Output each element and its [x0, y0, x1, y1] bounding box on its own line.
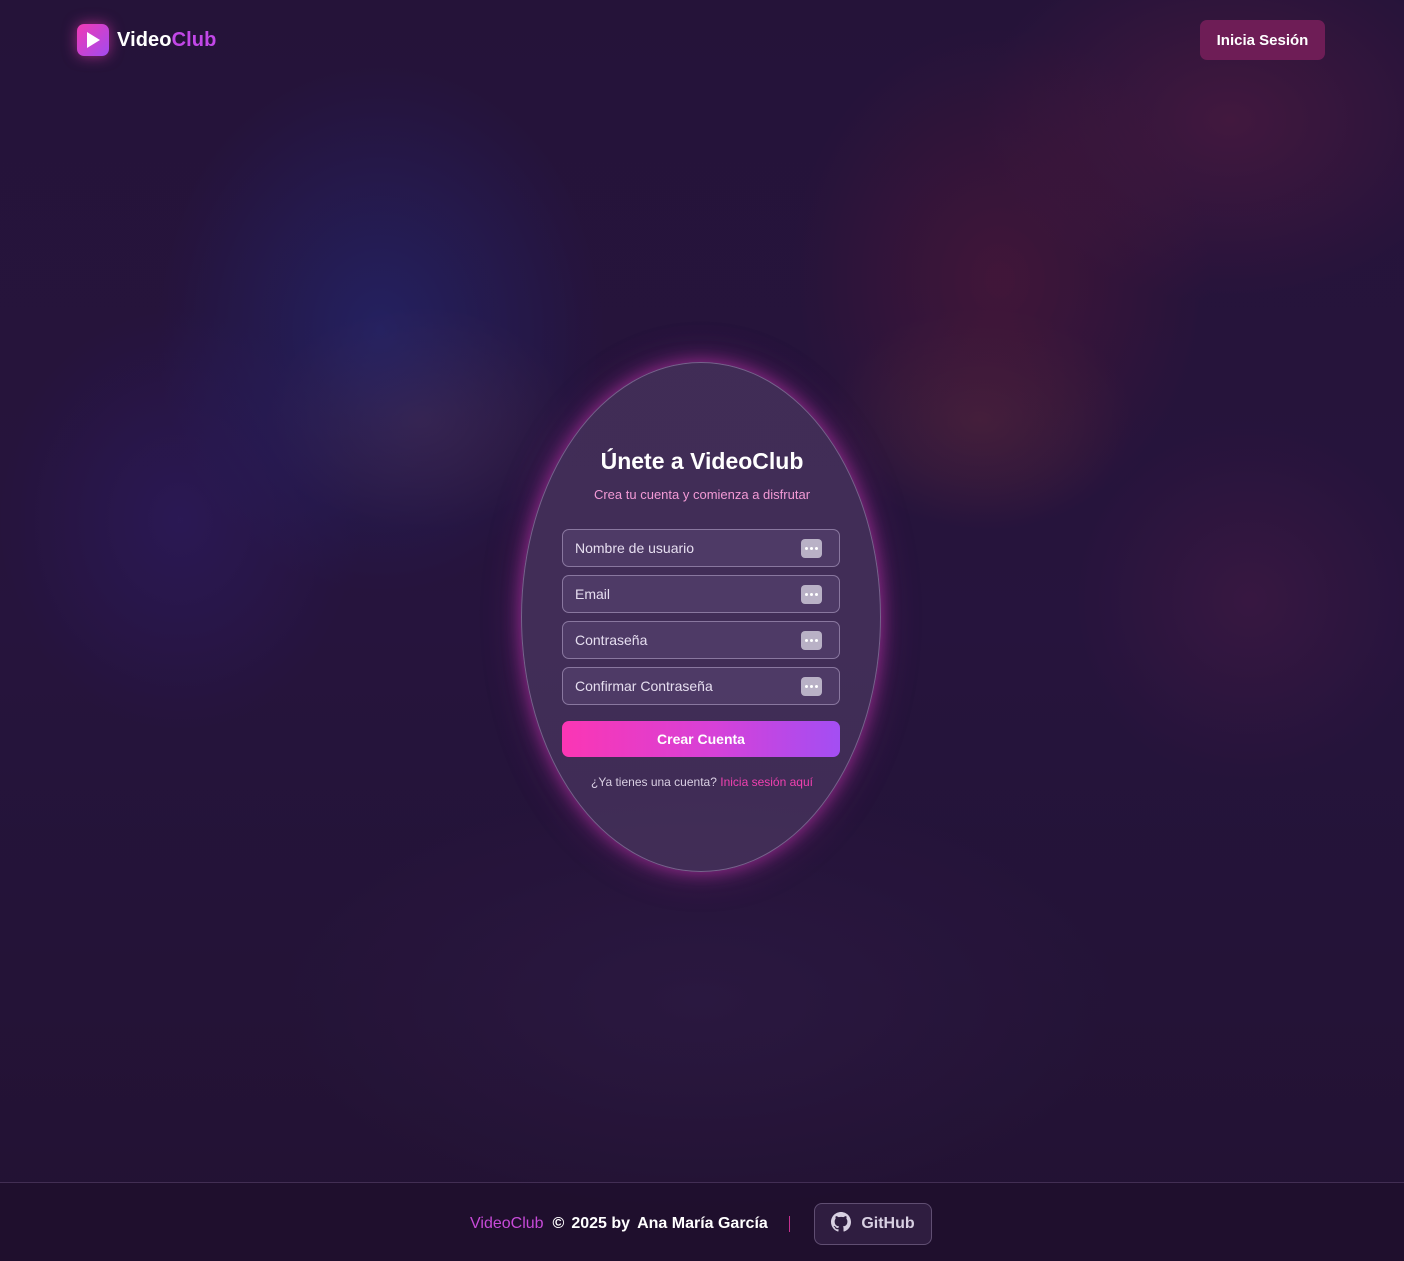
dots-icon[interactable]: [801, 585, 822, 604]
have-account-text: ¿Ya tienes una cuenta?: [591, 775, 717, 789]
login-button[interactable]: Inicia Sesión: [1200, 20, 1325, 60]
create-account-button[interactable]: Crear Cuenta: [562, 721, 840, 757]
footer-divider: [789, 1216, 790, 1232]
password-field[interactable]: [562, 621, 840, 659]
footer-year: 2025 by: [571, 1215, 631, 1232]
page-subtitle: Crea tu cuenta y comienza a disfrutar: [593, 487, 811, 502]
register-card: [521, 362, 881, 872]
confirm-password-field[interactable]: [562, 667, 840, 705]
dots-icon[interactable]: [801, 677, 822, 696]
github-icon: [831, 1211, 852, 1237]
dots-icon[interactable]: [801, 539, 822, 558]
logo[interactable]: VideoClub: [77, 24, 216, 56]
page-title: Únete a VideoClub: [600, 448, 804, 474]
github-button[interactable]: GitHub: [814, 1203, 932, 1245]
github-label: GitHub: [861, 1215, 915, 1232]
logo-text-video: Video: [117, 28, 172, 51]
footer-credits: VideoClub © 2025 by Ana María García: [470, 1215, 768, 1233]
logo-text: VideoClub: [117, 29, 216, 52]
username-input[interactable]: [563, 530, 839, 566]
footer-brand: VideoClub: [470, 1215, 544, 1232]
top-header: VideoClub Inicia Sesión: [0, 0, 1404, 82]
email-input[interactable]: [563, 576, 839, 612]
login-link[interactable]: Inicia sesión aquí: [720, 775, 813, 789]
copyright-symbol: ©: [552, 1215, 565, 1232]
logo-text-club: Club: [171, 28, 217, 51]
confirm-password-input[interactable]: [563, 668, 839, 704]
dots-icon[interactable]: [801, 631, 822, 650]
have-account-prompt: ¿Ya tienes una cuenta? Inicia sesión aqu…: [0, 775, 1404, 789]
email-field[interactable]: [562, 575, 840, 613]
password-input[interactable]: [563, 622, 839, 658]
footer-author: Ana María García: [637, 1215, 768, 1232]
username-field[interactable]: [562, 529, 840, 567]
play-icon: [77, 24, 109, 56]
